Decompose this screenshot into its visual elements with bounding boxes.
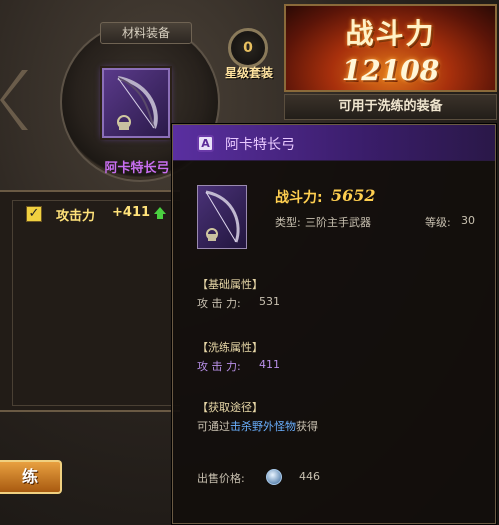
item-level-label: 等级: — [425, 216, 451, 229]
base-attack-label: 攻 击 力: — [197, 297, 241, 310]
longbow-icon — [205, 190, 240, 243]
tooltip-header: A 阿卡特长弓 — [173, 125, 495, 161]
combat-power-title: 战斗力 — [345, 17, 436, 50]
tooltip-item-name: 阿卡特长弓 — [225, 137, 295, 153]
up-arrow-icon — [154, 207, 166, 219]
item-type-value: 三阶主手武器 — [305, 216, 371, 229]
attribute-lock-checkbox[interactable]: ✓ — [26, 206, 42, 222]
star-set-badge[interactable]: 0 — [228, 28, 268, 68]
combat-power-value: 12108 — [341, 54, 440, 87]
material-equipment-slot[interactable] — [102, 68, 170, 138]
material-item-name: 阿卡特长弓 — [104, 161, 170, 176]
acquisition-suffix: 获得 — [296, 420, 318, 433]
attribute-list-frame — [12, 200, 180, 406]
star-set-label: 星级套装 — [224, 66, 273, 80]
refine-attributes-title: 【洗练属性】 — [197, 341, 263, 354]
tooltip-power-label: 战斗力: — [275, 190, 323, 206]
refinable-equipment-header: 可用于洗练的装备 — [284, 94, 497, 120]
base-attributes-title: 【基础属性】 — [197, 278, 263, 291]
material-equipment-title: 材料装备 — [100, 22, 192, 44]
acquisition-link[interactable]: 击杀野外怪物 — [230, 420, 296, 433]
item-level-value: 30 — [461, 214, 475, 227]
silver-coin-icon — [266, 469, 282, 485]
item-type-label: 类型: — [275, 216, 301, 229]
left-arrow-decoration — [0, 70, 28, 130]
sell-price-value: 446 — [299, 470, 320, 483]
acquisition-prefix: 可通过 — [197, 420, 230, 433]
refine-button[interactable]: 练 — [0, 460, 62, 494]
attribute-value: +411 — [112, 205, 151, 220]
sell-price-label: 出售价格: — [197, 472, 245, 485]
tooltip-power-value: 5652 — [331, 186, 376, 205]
longbow-icon — [117, 76, 158, 130]
combat-power-panel: 战斗力 12108 — [284, 4, 497, 92]
refine-attack-label: 攻 击 力: — [197, 360, 241, 373]
attribute-label: 攻击力 — [56, 209, 96, 224]
refine-attack-value: 411 — [259, 358, 280, 371]
grade-badge-icon: A — [197, 135, 214, 152]
item-tooltip: A 阿卡特长弓 战斗力: 5652 类型: 三阶主手武器 等级: 30 【基础属… — [172, 124, 496, 524]
attribute-row[interactable]: ✓ 攻击力 +411 — [26, 204, 180, 226]
acquisition-text: 可通过击杀野外怪物获得 — [197, 418, 318, 434]
base-attack-value: 531 — [259, 295, 280, 308]
tooltip-item-icon — [197, 185, 247, 249]
acquisition-title: 【获取途径】 — [197, 401, 263, 414]
